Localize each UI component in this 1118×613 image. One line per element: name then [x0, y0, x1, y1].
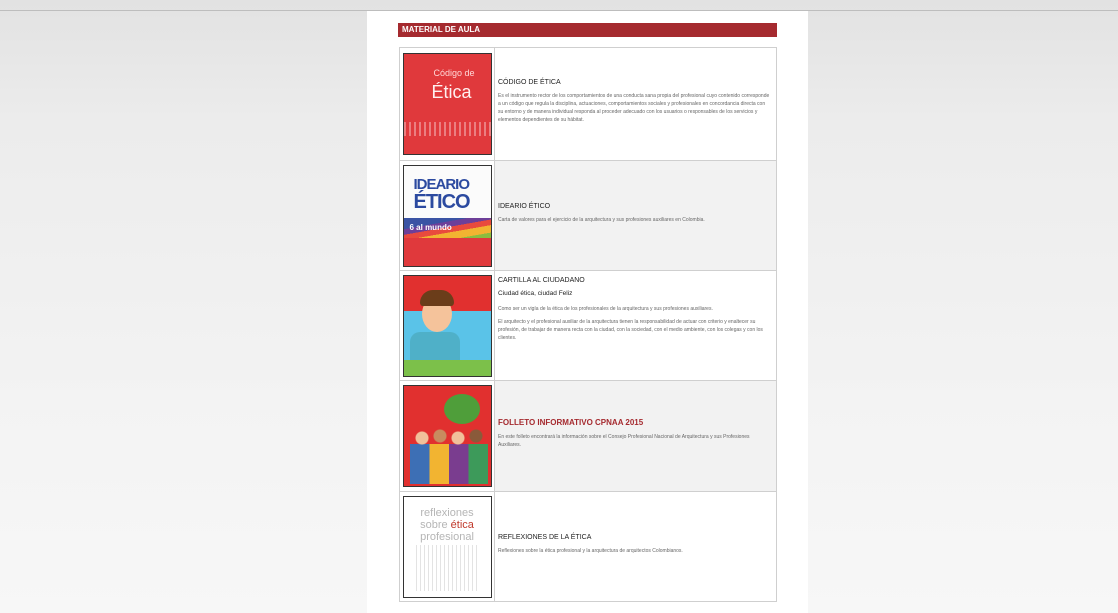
item-title[interactable]: FOLLETO INFORMATIVO CPNAA 2015	[498, 418, 770, 427]
crowd-graphic	[409, 428, 488, 484]
cover-footer-band	[403, 237, 491, 266]
thumbnail-cell	[400, 381, 495, 491]
folleto-cpnaa-cover-image[interactable]	[402, 385, 492, 487]
cover-title-line: profesional	[420, 530, 474, 543]
materials-table: Código de Ética CÓDIGO DE ÉTICA Es el in…	[399, 47, 777, 602]
ideario-etico-cover-image[interactable]: IDEARIO ÉTICO 6 al mundo	[402, 164, 492, 267]
character-hair-graphic	[419, 289, 454, 306]
item-description: Carta de valores para el ejercicio de la…	[498, 216, 705, 223]
item-title[interactable]: CÓDIGO DE ÉTICA	[498, 79, 770, 86]
description-cell: REFLEXIONES DE LA ÉTICA Reflexiones sobr…	[495, 492, 776, 601]
item-title[interactable]: REFLEXIONES DE LA ÉTICA	[498, 534, 770, 541]
item-description: Reflexiones sobre la ética profesional y…	[498, 547, 683, 554]
item-description: En este folleto encontrará la informació…	[498, 434, 750, 448]
description-cell: CARTILLA AL CIUDADANO Ciudad ética, ciud…	[495, 271, 776, 380]
item-title[interactable]: IDEARIO ÉTICO	[498, 203, 770, 210]
table-row: Código de Ética CÓDIGO DE ÉTICA Es el in…	[400, 48, 776, 161]
sketch-graphic	[415, 544, 480, 591]
item-subtitle: Ciudad ética, ciudad Feliz	[498, 290, 573, 297]
cover-title-line: ÉTICO	[413, 190, 471, 213]
cover-title-line: reflexiones	[420, 506, 474, 519]
cartilla-ciudadano-cover-image[interactable]	[402, 274, 492, 377]
thumbnail-cell: reflexiones sobre ética profesional	[400, 492, 495, 601]
item-description: Es el instrumento rector de los comporta…	[498, 93, 770, 123]
thumbnail-cell	[400, 271, 495, 380]
cover-title-line: Código de	[433, 68, 475, 78]
table-row: CARTILLA AL CIUDADANO Ciudad ética, ciud…	[400, 271, 776, 381]
cover-title-word: sobre	[420, 518, 451, 531]
description-cell: FOLLETO INFORMATIVO CPNAA 2015 En este f…	[495, 381, 776, 491]
city-skyline-graphic	[403, 122, 491, 136]
description-cell: CÓDIGO DE ÉTICA Es el instrumento rector…	[495, 48, 776, 160]
table-row: reflexiones sobre ética profesional REFL…	[400, 492, 776, 602]
tree-graphic	[443, 394, 480, 424]
item-description: Como ser un vigía de la ética de los pro…	[498, 306, 713, 312]
cover-title-highlight: ética	[450, 518, 474, 531]
content-sheet: MATERIAL DE AULA Código de Ética CÓDIGO …	[367, 11, 808, 613]
item-description: El arquitecto y el profesional auxiliar …	[498, 319, 763, 341]
reflexiones-etica-cover-image[interactable]: reflexiones sobre ética profesional	[402, 495, 492, 598]
cover-title-line: Ética	[431, 82, 472, 102]
cover-subtitle: 6 al mundo	[409, 222, 452, 232]
table-row: FOLLETO INFORMATIVO CPNAA 2015 En este f…	[400, 381, 776, 492]
table-row: IDEARIO ÉTICO 6 al mundo IDEARIO ÉTICO C…	[400, 161, 776, 271]
description-cell: IDEARIO ÉTICO Carta de valores para el e…	[495, 161, 776, 270]
grass-graphic	[403, 359, 491, 376]
cover-title-line: sobre ética	[404, 519, 491, 531]
item-title[interactable]: CARTILLA AL CIUDADANO	[498, 277, 770, 284]
codigo-etica-cover-image[interactable]: Código de Ética	[402, 53, 492, 155]
thumbnail-cell: Código de Ética	[400, 48, 495, 160]
thumbnail-cell: IDEARIO ÉTICO 6 al mundo	[400, 161, 495, 270]
section-header: MATERIAL DE AULA	[398, 23, 777, 37]
